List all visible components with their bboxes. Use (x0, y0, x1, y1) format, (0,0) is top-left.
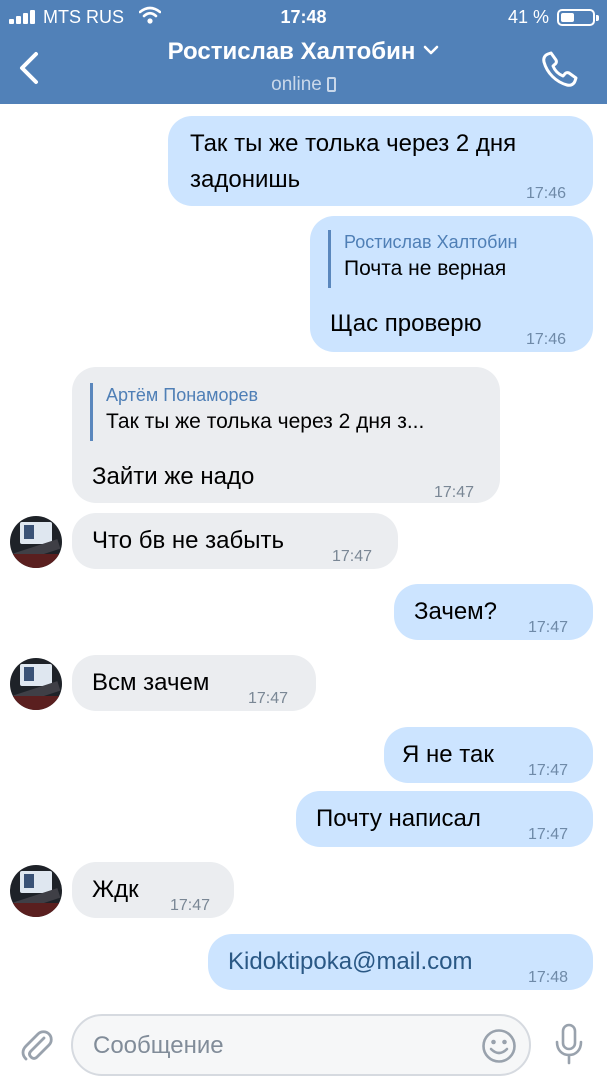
battery-percentage: 41 % (508, 7, 550, 27)
message-text: Kidoktipoka@mail.com (228, 948, 473, 975)
message-bubble-incoming[interactable]: Что бв не забыть 17:47 (72, 513, 398, 569)
message-composer: Сообщение (0, 1004, 607, 1080)
emoji-icon[interactable] (481, 1028, 517, 1064)
message-text: Щас проверю (330, 310, 482, 337)
message-text: Всм зачем (92, 669, 210, 696)
message-bubble-outgoing[interactable]: Kidoktipoka@mail.com 17:48 (208, 934, 593, 990)
sender-avatar[interactable] (10, 865, 62, 917)
message-time: 17:47 (434, 484, 475, 501)
sender-avatar[interactable] (10, 658, 62, 710)
message-time: 17:47 (248, 690, 289, 707)
message-bubble-incoming[interactable]: Артём Понаморев Так ты же толька через 2… (72, 367, 500, 503)
reply-author: Ростислав Халтобин (344, 232, 518, 252)
message-bubble-incoming[interactable]: Всм зачем 17:47 (72, 655, 316, 711)
message-input-placeholder: Сообщение (93, 1032, 224, 1059)
message-input[interactable]: Сообщение (71, 1014, 531, 1076)
message-time: 17:47 (170, 897, 211, 914)
back-chevron-icon[interactable] (14, 50, 46, 86)
message-text-line: задонишь (190, 166, 301, 193)
message-time: 17:47 (332, 548, 373, 565)
status-bar: MTS RUS 17:48 41 % (0, 0, 607, 34)
message-text: Зачем? (414, 598, 498, 625)
chat-header: MTS RUS 17:48 41 % Ростислав Халтобин on… (0, 0, 607, 104)
message-bubble-outgoing[interactable]: Ростислав Халтобин Почта не верная Щас п… (310, 216, 593, 352)
battery-icon (557, 9, 599, 26)
chat-title: Ростислав Халтобин (167, 38, 416, 65)
message-time: 17:46 (526, 185, 567, 202)
dropdown-chevron-icon (424, 45, 439, 55)
message-bubble-outgoing[interactable]: Зачем? 17:47 (394, 584, 593, 640)
message-text-line: Так ты же толька через 2 дня (190, 130, 517, 157)
reply-author: Артём Понаморев (106, 385, 259, 405)
reply-quote[interactable]: Ростислав Халтобин Почта не верная (328, 230, 517, 288)
message-bubble-outgoing[interactable]: Я не так 17:47 (384, 727, 593, 783)
message-bubble-outgoing[interactable]: Почту написал 17:47 (296, 791, 593, 847)
online-label: online (271, 74, 322, 95)
chat-title-block[interactable]: Ростислав Халтобин online (100, 38, 507, 96)
phone-call-icon[interactable] (539, 50, 579, 90)
reply-quote[interactable]: Артём Понаморев Так ты же толька через 2… (90, 383, 424, 441)
message-time: 17:48 (528, 969, 569, 986)
message-time: 17:47 (528, 619, 569, 636)
attach-icon[interactable] (20, 1026, 54, 1064)
message-bubble-outgoing[interactable]: Так ты же толька через 2 дня задонишь 17… (168, 116, 593, 206)
message-time: 17:47 (528, 826, 569, 843)
sender-avatar[interactable] (10, 516, 62, 568)
mobile-device-icon (326, 77, 336, 92)
reply-text: Так ты же толька через 2 дня з... (106, 410, 425, 433)
message-text: Ждк (92, 876, 139, 903)
message-time: 17:46 (526, 331, 567, 348)
message-time: 17:47 (528, 762, 569, 779)
message-text: Что бв не забыть (92, 527, 285, 554)
message-text: Почту написал (316, 805, 481, 832)
message-text: Зайти же надо (92, 463, 255, 490)
microphone-icon[interactable] (553, 1022, 585, 1066)
reply-text: Почта не верная (344, 257, 507, 280)
message-text: Я не так (402, 741, 494, 768)
message-bubble-incoming[interactable]: Ждк 17:47 (72, 862, 234, 918)
online-status: online (100, 74, 507, 96)
